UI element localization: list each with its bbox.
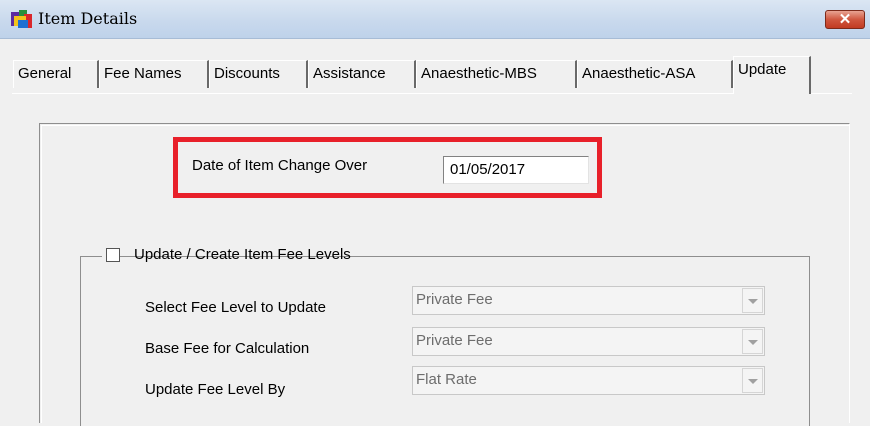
tab-label: General: [18, 65, 72, 82]
tab-discounts[interactable]: Discounts: [209, 60, 308, 88]
tab-update[interactable]: Update: [733, 56, 811, 94]
select-fee-level-dropdown[interactable]: Private Fee: [412, 286, 765, 315]
changeover-date-value: 01/05/2017: [450, 161, 526, 178]
update-fee-by-label: Update Fee Level By: [145, 381, 286, 398]
select-fee-level-value: Private Fee: [416, 291, 493, 308]
chevron-down-icon[interactable]: [742, 368, 763, 393]
tab-label: Update: [738, 61, 787, 78]
tab-label: Assistance: [313, 65, 386, 82]
fee-levels-legend: Update / Create Item Fee Levels: [102, 244, 351, 268]
tab-anaesthetic-mbs[interactable]: Anaesthetic-MBS: [416, 60, 577, 88]
tab-panel-border: [12, 93, 852, 94]
close-icon: ✕: [838, 11, 852, 28]
tab-general[interactable]: General: [13, 60, 99, 88]
window-title: Item Details: [38, 9, 138, 28]
update-fee-levels-label: Update / Create Item Fee Levels: [134, 246, 351, 263]
changeover-date-label: Date of Item Change Over: [192, 157, 368, 174]
tab-label: Anaesthetic-ASA: [582, 65, 696, 82]
close-button[interactable]: ✕: [825, 10, 865, 29]
base-fee-value: Private Fee: [416, 332, 493, 349]
title-bar: Item Details ✕: [0, 0, 870, 39]
select-fee-level-label: Select Fee Level to Update: [145, 299, 326, 316]
base-fee-dropdown[interactable]: Private Fee: [412, 327, 765, 356]
update-fee-by-value: Flat Rate: [416, 371, 477, 388]
tab-fee-names[interactable]: Fee Names: [99, 60, 209, 88]
tab-assistance[interactable]: Assistance: [308, 60, 416, 88]
update-fee-levels-checkbox[interactable]: [106, 248, 120, 262]
tab-label: Anaesthetic-MBS: [421, 65, 537, 82]
chevron-down-icon[interactable]: [742, 329, 763, 354]
tab-anaesthetic-asa[interactable]: Anaesthetic-ASA: [577, 60, 733, 88]
tab-strip: General Fee Names Discounts Assistance A…: [0, 56, 870, 96]
changeover-date-input[interactable]: 01/05/2017: [443, 156, 589, 184]
app-icon: [11, 10, 32, 28]
tab-label: Discounts: [214, 65, 280, 82]
base-fee-label: Base Fee for Calculation: [145, 340, 310, 357]
chevron-down-icon[interactable]: [742, 288, 763, 313]
tab-label: Fee Names: [104, 65, 182, 82]
update-fee-by-dropdown[interactable]: Flat Rate: [412, 366, 765, 395]
